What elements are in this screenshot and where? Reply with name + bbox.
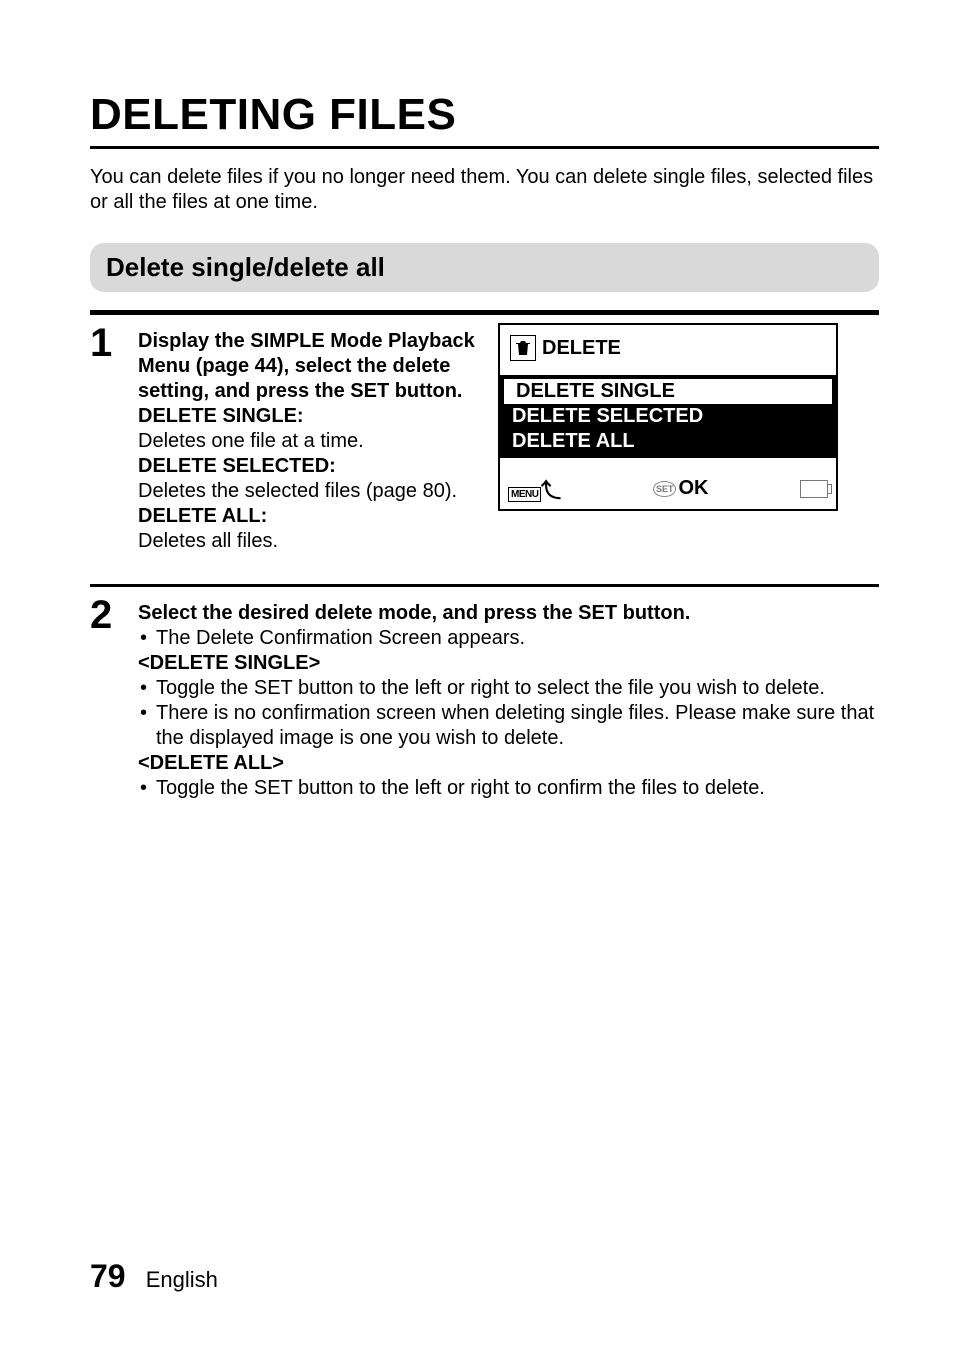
menu-item-all[interactable]: DELETE ALL bbox=[500, 429, 836, 454]
ok-indicator: SET OK bbox=[653, 477, 709, 500]
step-2-rule bbox=[90, 584, 879, 587]
delete-all-head: <DELETE ALL> bbox=[138, 752, 284, 774]
trash-icon bbox=[510, 335, 536, 361]
step-1-body: Display the SIMPLE Mode Playback Menu (p… bbox=[138, 323, 478, 554]
step-2: 2 Select the desired delete mode, and pr… bbox=[90, 595, 879, 801]
delete-single-desc: Deletes one file at a time. bbox=[138, 430, 364, 452]
step-1-instruction: Display the SIMPLE Mode Playback Menu (p… bbox=[138, 330, 475, 402]
menu-badge: MENU bbox=[508, 487, 541, 502]
screen-menu-list: DELETE SINGLE DELETE SELECTED DELETE ALL bbox=[500, 375, 836, 458]
menu-item-single[interactable]: DELETE SINGLE bbox=[504, 379, 832, 404]
ok-text: OK bbox=[678, 477, 708, 500]
set-badge: SET bbox=[653, 481, 677, 497]
delete-single-head: <DELETE SINGLE> bbox=[138, 652, 320, 674]
step2-line1: The Delete Confirmation Screen appears. bbox=[138, 626, 879, 651]
title-rule bbox=[90, 146, 879, 149]
delete-all-desc: Deletes all files. bbox=[138, 530, 278, 552]
back-arrow-icon: ⤴ bbox=[541, 474, 561, 503]
delete-all-label: DELETE ALL: bbox=[138, 505, 267, 527]
delete-single-label: DELETE SINGLE: bbox=[138, 405, 304, 427]
step2-all-b1: Toggle the SET button to the left or rig… bbox=[138, 776, 879, 801]
menu-back-indicator: MENU⤴ bbox=[508, 474, 561, 503]
page-language: English bbox=[146, 1267, 218, 1292]
intro-text: You can delete files if you no longer ne… bbox=[90, 165, 879, 215]
page-title: DELETING FILES bbox=[90, 90, 879, 140]
step-2-instruction: Select the desired delete mode, and pres… bbox=[138, 602, 690, 624]
page-number: 79 bbox=[90, 1258, 126, 1294]
step-2-body: Select the desired delete mode, and pres… bbox=[138, 595, 879, 801]
delete-selected-label: DELETE SELECTED: bbox=[138, 455, 336, 477]
screen-title-text: DELETE bbox=[542, 337, 621, 360]
delete-selected-desc: Deletes the selected files (page 80). bbox=[138, 480, 457, 502]
step-number: 1 bbox=[90, 323, 120, 554]
camera-screen: DELETE DELETE SINGLE DELETE SELECTED DEL… bbox=[498, 323, 838, 511]
step2-single-b1: Toggle the SET button to the left or rig… bbox=[138, 676, 879, 701]
menu-item-selected[interactable]: DELETE SELECTED bbox=[500, 404, 836, 429]
battery-icon bbox=[800, 480, 828, 498]
step-1: 1 Display the SIMPLE Mode Playback Menu … bbox=[90, 323, 879, 554]
subheading-rule bbox=[90, 310, 879, 315]
page-footer: 79 English bbox=[90, 1258, 218, 1295]
step-number: 2 bbox=[90, 595, 120, 801]
step2-single-b2: There is no confirmation screen when del… bbox=[138, 701, 879, 751]
subheading-bar: Delete single/delete all bbox=[90, 243, 879, 292]
